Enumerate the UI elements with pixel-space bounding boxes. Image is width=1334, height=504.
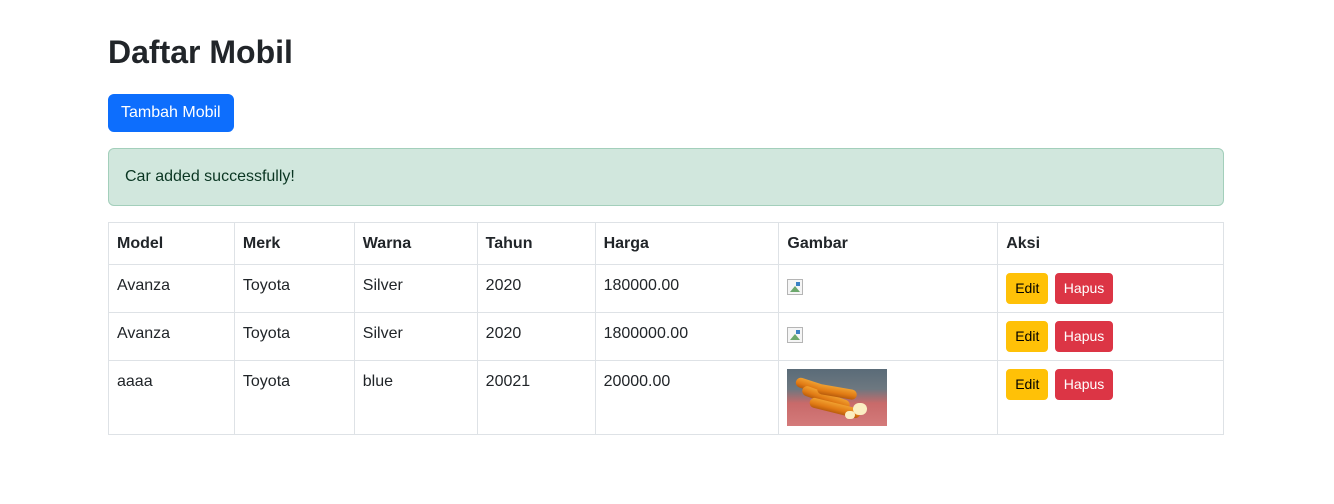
cell-tahun: 2020 [476, 264, 596, 313]
cell-warna: Silver [353, 264, 478, 313]
delete-button[interactable]: Hapus [1054, 369, 1114, 400]
header-harga: Harga [594, 222, 780, 265]
table-row: aaaa Toyota blue 20021 20000.00 Edit Hap… [108, 360, 1224, 435]
header-model: Model [108, 222, 235, 265]
cell-harga: 180000.00 [594, 264, 780, 313]
header-aksi: Aksi [997, 222, 1224, 265]
cell-tahun: 20021 [476, 360, 596, 435]
header-warna: Warna [353, 222, 478, 265]
cell-merk: Toyota [233, 360, 355, 435]
cell-merk: Toyota [233, 312, 355, 361]
cell-model: Avanza [108, 264, 235, 313]
broken-image-icon [787, 279, 804, 295]
cell-aksi: Edit Hapus [997, 312, 1224, 361]
delete-button[interactable]: Hapus [1054, 273, 1114, 304]
delete-button[interactable]: Hapus [1054, 321, 1114, 352]
table-row: Avanza Toyota Silver 2020 180000.00 Edit… [108, 264, 1224, 313]
cell-warna: blue [353, 360, 478, 435]
cell-merk: Toyota [233, 264, 355, 313]
header-tahun: Tahun [476, 222, 596, 265]
table-row: Avanza Toyota Silver 2020 1800000.00 Edi… [108, 312, 1224, 361]
cell-gambar [778, 360, 999, 435]
edit-button[interactable]: Edit [1006, 369, 1049, 400]
header-merk: Merk [233, 222, 355, 265]
cell-harga: 20000.00 [594, 360, 780, 435]
broken-image-icon [787, 327, 804, 343]
cell-aksi: Edit Hapus [997, 264, 1224, 313]
cell-warna: Silver [353, 312, 478, 361]
cell-gambar [778, 312, 999, 361]
cars-table: Model Merk Warna Tahun Harga Gambar Aksi… [108, 222, 1224, 435]
header-gambar: Gambar [778, 222, 999, 265]
cell-tahun: 2020 [476, 312, 596, 361]
cell-model: Avanza [108, 312, 235, 361]
alert-message: Car added successfully! [125, 168, 295, 185]
cell-harga: 1800000.00 [594, 312, 780, 361]
add-car-button[interactable]: Tambah Mobil [108, 94, 234, 132]
success-alert: Car added successfully! [108, 148, 1224, 206]
cell-model: aaaa [108, 360, 235, 435]
cell-aksi: Edit Hapus [997, 360, 1224, 435]
cell-gambar [778, 264, 999, 313]
table-header-row: Model Merk Warna Tahun Harga Gambar Aksi [108, 222, 1224, 265]
edit-button[interactable]: Edit [1006, 321, 1049, 352]
edit-button[interactable]: Edit [1006, 273, 1049, 304]
food-photo [787, 369, 888, 426]
page-title: Daftar Mobil [108, 34, 293, 70]
